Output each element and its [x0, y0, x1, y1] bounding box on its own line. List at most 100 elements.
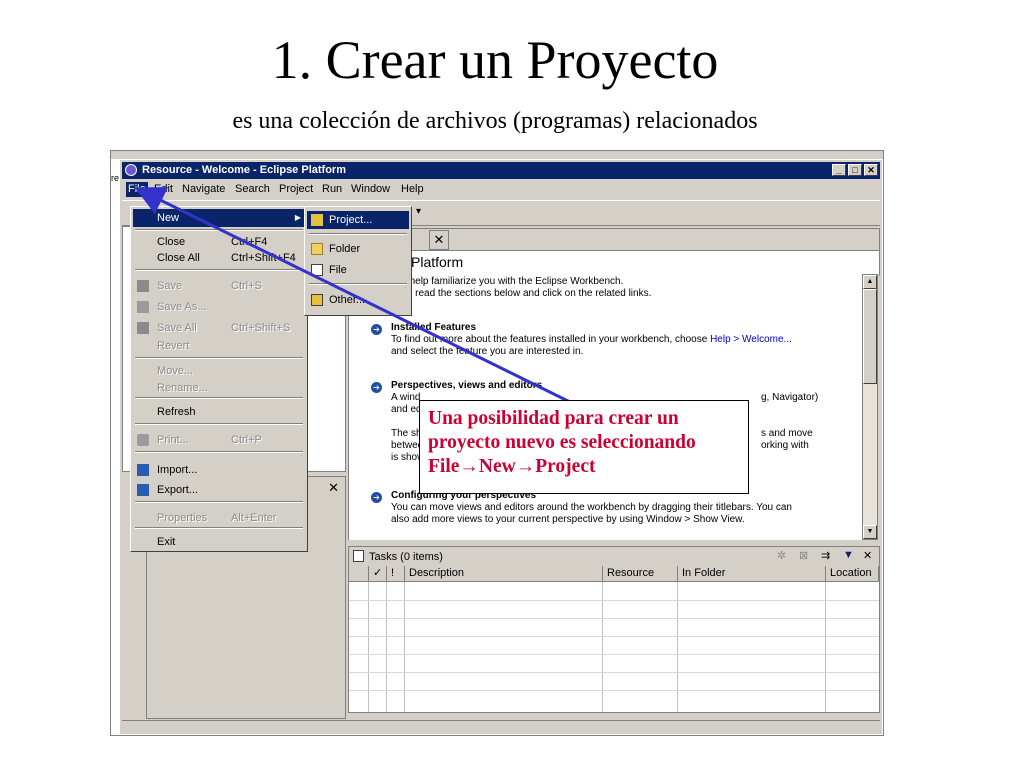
help-welcome-link[interactable]: Help > Welcome...	[710, 334, 792, 345]
welcome-header-title: Platform	[411, 254, 464, 270]
menu-item-new[interactable]: New ▶	[133, 209, 305, 227]
tasks-col-header[interactable]: Resource	[603, 566, 678, 582]
menu-help[interactable]: Help	[401, 183, 424, 195]
eclipse-app-icon	[125, 164, 137, 176]
menu-item-refresh[interactable]: Refresh	[133, 403, 305, 421]
scroll-up-arrow-icon[interactable]: ▲	[863, 275, 877, 289]
grid-line	[349, 618, 879, 619]
menu-separator	[135, 451, 303, 453]
new-submenu-dropdown: Project... Folder File Other...	[304, 206, 412, 316]
section-perspectives-line3-tail: s and move	[761, 428, 813, 439]
slide-subtitle: es una colección de archivos (programas)…	[232, 108, 758, 134]
tasks-title: Tasks (0 items)	[369, 551, 443, 563]
section-bullet-icon[interactable]: ➔	[371, 324, 382, 335]
grid-line	[349, 672, 879, 673]
tasks-col-header[interactable]: Description	[405, 566, 603, 582]
menu-separator	[135, 229, 303, 231]
menu-separator	[309, 233, 407, 235]
tasks-col-header[interactable]: In Folder	[678, 566, 826, 582]
tasks-delete-icon[interactable]: ⊠	[799, 549, 808, 562]
save-icon	[137, 280, 149, 292]
menu-item-label: Rename...	[157, 382, 208, 394]
installed-line1-text: To find out more about the features inst…	[391, 334, 711, 345]
file-icon	[311, 264, 323, 276]
window-title: Resource - Welcome - Eclipse Platform	[142, 164, 346, 176]
menu-item-revert: Revert	[133, 337, 305, 355]
menu-navigate[interactable]: Navigate	[182, 183, 225, 195]
close-button[interactable]: ✕	[864, 164, 878, 176]
status-bar	[122, 720, 880, 735]
tasks-col-header[interactable]	[349, 566, 369, 582]
tasks-col-header[interactable]: ✓	[369, 566, 387, 582]
outline-close-icon[interactable]: ✕	[328, 480, 339, 496]
grid-line	[386, 582, 387, 712]
welcome-vertical-scrollbar[interactable]: ▲ ▼	[862, 274, 878, 540]
menu-edit[interactable]: Edit	[154, 183, 173, 195]
menu-item-label: Close All	[157, 252, 200, 264]
section-perspectives-line3: The sh	[391, 428, 422, 439]
section-bullet-icon[interactable]: ➔	[371, 382, 382, 393]
callout-line-2: proyecto nuevo es seleccionando	[428, 432, 696, 453]
callout-line-3: File→New→Project	[428, 456, 596, 477]
welcome-tab-close-icon[interactable]: ✕	[429, 230, 449, 250]
menu-window[interactable]: Window	[351, 183, 390, 195]
menu-item-label: Import...	[157, 464, 198, 476]
menu-item-export[interactable]: Export...	[133, 481, 305, 499]
title-bar[interactable]: Resource - Welcome - Eclipse Platform _ …	[122, 162, 880, 179]
minimize-button[interactable]: _	[832, 164, 846, 176]
submenu-item-other[interactable]: Other...	[307, 291, 409, 309]
menu-search[interactable]: Search	[235, 183, 270, 195]
menu-item-label: Save	[157, 280, 183, 292]
menu-item-label: Project...	[329, 214, 373, 226]
tasks-close-icon[interactable]: ✕	[863, 549, 872, 562]
submenu-item-folder[interactable]: Folder	[307, 240, 409, 258]
submenu-item-project[interactable]: Project...	[307, 211, 409, 229]
menu-item-label: Properties	[157, 512, 208, 524]
callout-line-1: Una posibilidad para crear un	[428, 408, 679, 429]
tasks-table: ✓ ! Description Resource In Folder Locat…	[348, 566, 880, 713]
grid-line	[404, 582, 405, 712]
section-perspectives-heading[interactable]: Perspectives, views and editors	[391, 380, 542, 391]
submenu-item-file[interactable]: File	[307, 261, 409, 279]
menu-file[interactable]: File	[126, 182, 148, 197]
menu-separator	[309, 283, 407, 285]
slide-title: 1. Crear un Proyecto	[271, 30, 719, 90]
menu-item-label: Save All	[157, 322, 197, 334]
grid-line	[825, 582, 826, 712]
other-icon	[311, 294, 323, 306]
section-perspectives-line1-tail: g, Navigator)	[761, 392, 819, 403]
tasks-col-header[interactable]: !	[387, 566, 405, 582]
menu-item-exit[interactable]: Exit	[133, 533, 305, 551]
welcome-header: Platform	[348, 250, 880, 276]
menu-item-save: Save Ctrl+S	[133, 277, 305, 295]
section-installed-line2: and select the feature you are intereste…	[391, 346, 584, 357]
file-menu-dropdown: New ▶ Close Ctrl+F4 Close All Ctrl+Shift…	[130, 206, 308, 552]
toolbar-dropdown-chevron-icon[interactable]: ▾	[416, 206, 421, 217]
maximize-button[interactable]: □	[848, 164, 862, 176]
menu-item-accelerator: Ctrl+Shift+S	[231, 322, 291, 334]
welcome-editor-tab[interactable]: e ✕	[348, 228, 880, 252]
menu-item-properties: Properties Alt+Enter	[133, 509, 305, 527]
scroll-down-arrow-icon[interactable]: ▼	[863, 525, 877, 539]
menu-item-label: Move...	[157, 365, 194, 377]
menu-item-import[interactable]: Import...	[133, 461, 305, 479]
menu-item-close-all[interactable]: Close All Ctrl+Shift+F4	[133, 249, 305, 267]
menu-separator	[135, 423, 303, 425]
menu-item-label: Other...	[329, 294, 366, 306]
tasks-menu-chevron-icon[interactable]: ▼	[843, 549, 854, 561]
tasks-columns-icon[interactable]: ⇉	[821, 549, 830, 562]
tasks-filter-icon[interactable]: ✲	[777, 549, 786, 562]
section-bullet-icon[interactable]: ➔	[371, 492, 382, 503]
menu-project[interactable]: Project	[279, 183, 313, 195]
menu-item-label: Export...	[157, 484, 198, 496]
menu-run[interactable]: Run	[322, 183, 342, 195]
menu-item-save-as: Save As...	[133, 298, 305, 316]
section-installed-heading[interactable]: Installed Features	[391, 322, 476, 333]
grid-line	[368, 582, 369, 712]
grid-line	[349, 690, 879, 691]
scroll-thumb[interactable]	[863, 289, 877, 384]
tasks-col-header[interactable]: Location	[826, 566, 879, 582]
save-all-icon	[137, 322, 149, 334]
print-icon	[137, 434, 149, 446]
menu-item-accelerator: Ctrl+P	[231, 434, 262, 446]
